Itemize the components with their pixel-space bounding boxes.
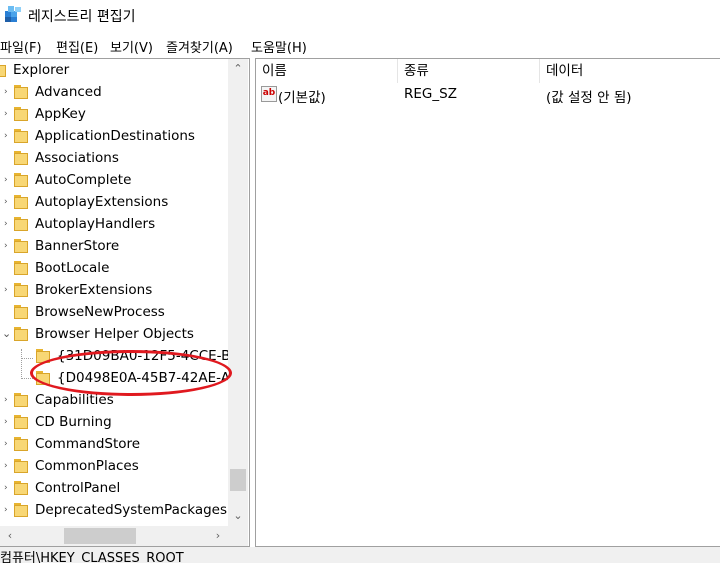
key-tree-pane[interactable]: Explorer › Advanced › AppKey › Applicati… — [0, 58, 250, 547]
folder-icon — [36, 371, 50, 385]
tree-item[interactable]: Associations — [0, 148, 228, 170]
tree-item[interactable]: › DeprecatedSystemPackages — [0, 500, 228, 522]
chevron-down-icon[interactable]: ⌄ — [2, 328, 11, 339]
chevron-right-icon[interactable]: › — [4, 483, 12, 493]
chevron-right-icon[interactable]: › — [4, 241, 12, 251]
folder-icon — [0, 63, 6, 77]
tree-item-clsid[interactable]: {31D09BA0-12F5-4CCE-BE8 — [0, 346, 228, 368]
folder-icon — [14, 239, 28, 253]
tree-item[interactable]: › ApplicationDestinations — [0, 126, 228, 148]
tree-item[interactable]: › AutoComplete — [0, 170, 228, 192]
folder-icon — [14, 217, 28, 231]
tree-item[interactable]: › CommonPlaces — [0, 456, 228, 478]
tree-item[interactable]: BrowseNewProcess — [0, 302, 228, 324]
folder-icon — [14, 151, 28, 165]
folder-icon — [14, 129, 28, 143]
menu-favorites[interactable]: 즐겨찾기(A) — [166, 37, 233, 56]
chevron-right-icon[interactable]: › — [4, 219, 12, 229]
tree-item[interactable]: BootLocale — [0, 258, 228, 280]
folder-icon — [14, 305, 28, 319]
chevron-right-icon[interactable]: › — [4, 439, 12, 449]
chevron-right-icon[interactable]: › — [4, 505, 12, 515]
title-bar: 레지스트리 편집기 — [0, 0, 720, 34]
scroll-down-icon[interactable]: ⌄ — [228, 506, 248, 526]
chevron-right-icon[interactable]: › — [4, 109, 12, 119]
menu-file[interactable]: 파일(F) — [0, 37, 42, 56]
value-name: (기본값) — [278, 90, 326, 106]
menu-edit[interactable]: 편집(E) — [56, 37, 98, 56]
registry-editor-icon — [5, 6, 21, 22]
chevron-right-icon[interactable]: › — [4, 417, 12, 427]
tree-item-expanded[interactable]: ⌄ Browser Helper Objects — [0, 324, 228, 346]
column-header-type[interactable]: 종류 — [398, 59, 540, 83]
tree-item[interactable]: › AutoplayExtensions — [0, 192, 228, 214]
folder-icon — [14, 459, 28, 473]
chevron-right-icon[interactable]: › — [4, 87, 12, 97]
tree-item-clsid[interactable]: {D0498E0A-45B7-42AE-A9A — [0, 368, 228, 390]
folder-icon — [14, 503, 28, 517]
folder-icon — [14, 327, 28, 341]
tree-item[interactable]: › AppKey — [0, 104, 228, 126]
tree-horizontal-scrollbar[interactable]: ‹ › — [0, 526, 228, 546]
folder-icon — [14, 107, 28, 121]
value-data: (값 설정 안 됨) — [546, 90, 632, 106]
tree-item[interactable]: › BannerStore — [0, 236, 228, 258]
value-type: REG_SZ — [404, 86, 457, 102]
scrollbar-thumb[interactable] — [64, 528, 136, 544]
column-header-data[interactable]: 데이터 — [540, 59, 720, 83]
string-value-icon: ab — [261, 86, 277, 102]
chevron-right-icon[interactable]: › — [4, 131, 12, 141]
folder-icon — [14, 173, 28, 187]
tree-item[interactable]: › Advanced — [0, 82, 228, 104]
folder-icon — [14, 85, 28, 99]
tree-item[interactable]: › AutoplayHandlers — [0, 214, 228, 236]
chevron-right-icon[interactable]: › — [4, 175, 12, 185]
tree-item[interactable]: › CD Burning — [0, 412, 228, 434]
folder-icon — [14, 195, 28, 209]
window-title: 레지스트리 편집기 — [28, 9, 136, 25]
tree-root[interactable]: Explorer — [0, 60, 228, 82]
status-path: 컴퓨터\HKEY_CLASSES_ROOT — [0, 551, 184, 563]
menu-view[interactable]: 보기(V) — [110, 37, 153, 56]
folder-icon — [14, 393, 28, 407]
folder-icon — [14, 261, 28, 275]
chevron-right-icon[interactable]: › — [4, 285, 12, 295]
tree-item[interactable]: › ControlPanel — [0, 478, 228, 500]
menu-help[interactable]: 도움말(H) — [251, 37, 307, 56]
chevron-right-icon[interactable]: › — [4, 395, 12, 405]
status-bar: 컴퓨터\HKEY_CLASSES_ROOT — [0, 547, 720, 563]
scrollbar-thumb[interactable] — [230, 469, 246, 491]
scroll-up-icon[interactable]: ⌃ — [228, 59, 248, 79]
tree-item[interactable]: › Capabilities — [0, 390, 228, 412]
menu-bar: 파일(F) 편집(E) 보기(V) 즐겨찾기(A) 도움말(H) — [0, 34, 720, 58]
folder-icon — [14, 437, 28, 451]
column-header-name[interactable]: 이름 — [256, 59, 398, 83]
scroll-right-icon[interactable]: › — [208, 526, 228, 546]
values-pane[interactable]: 이름 종류 데이터 ab (기본값) REG_SZ (값 설정 안 됨) — [255, 58, 720, 547]
chevron-right-icon[interactable]: › — [4, 197, 12, 207]
chevron-right-icon[interactable]: › — [4, 461, 12, 471]
folder-icon — [14, 481, 28, 495]
folder-icon — [14, 415, 28, 429]
scroll-left-icon[interactable]: ‹ — [0, 526, 20, 546]
folder-icon — [14, 283, 28, 297]
tree-vertical-scrollbar[interactable]: ⌃ ⌄ — [228, 59, 248, 526]
tree-item[interactable]: › CommandStore — [0, 434, 228, 456]
scrollbar-corner — [228, 526, 248, 546]
folder-icon — [36, 349, 50, 363]
tree-item[interactable]: › BrokerExtensions — [0, 280, 228, 302]
